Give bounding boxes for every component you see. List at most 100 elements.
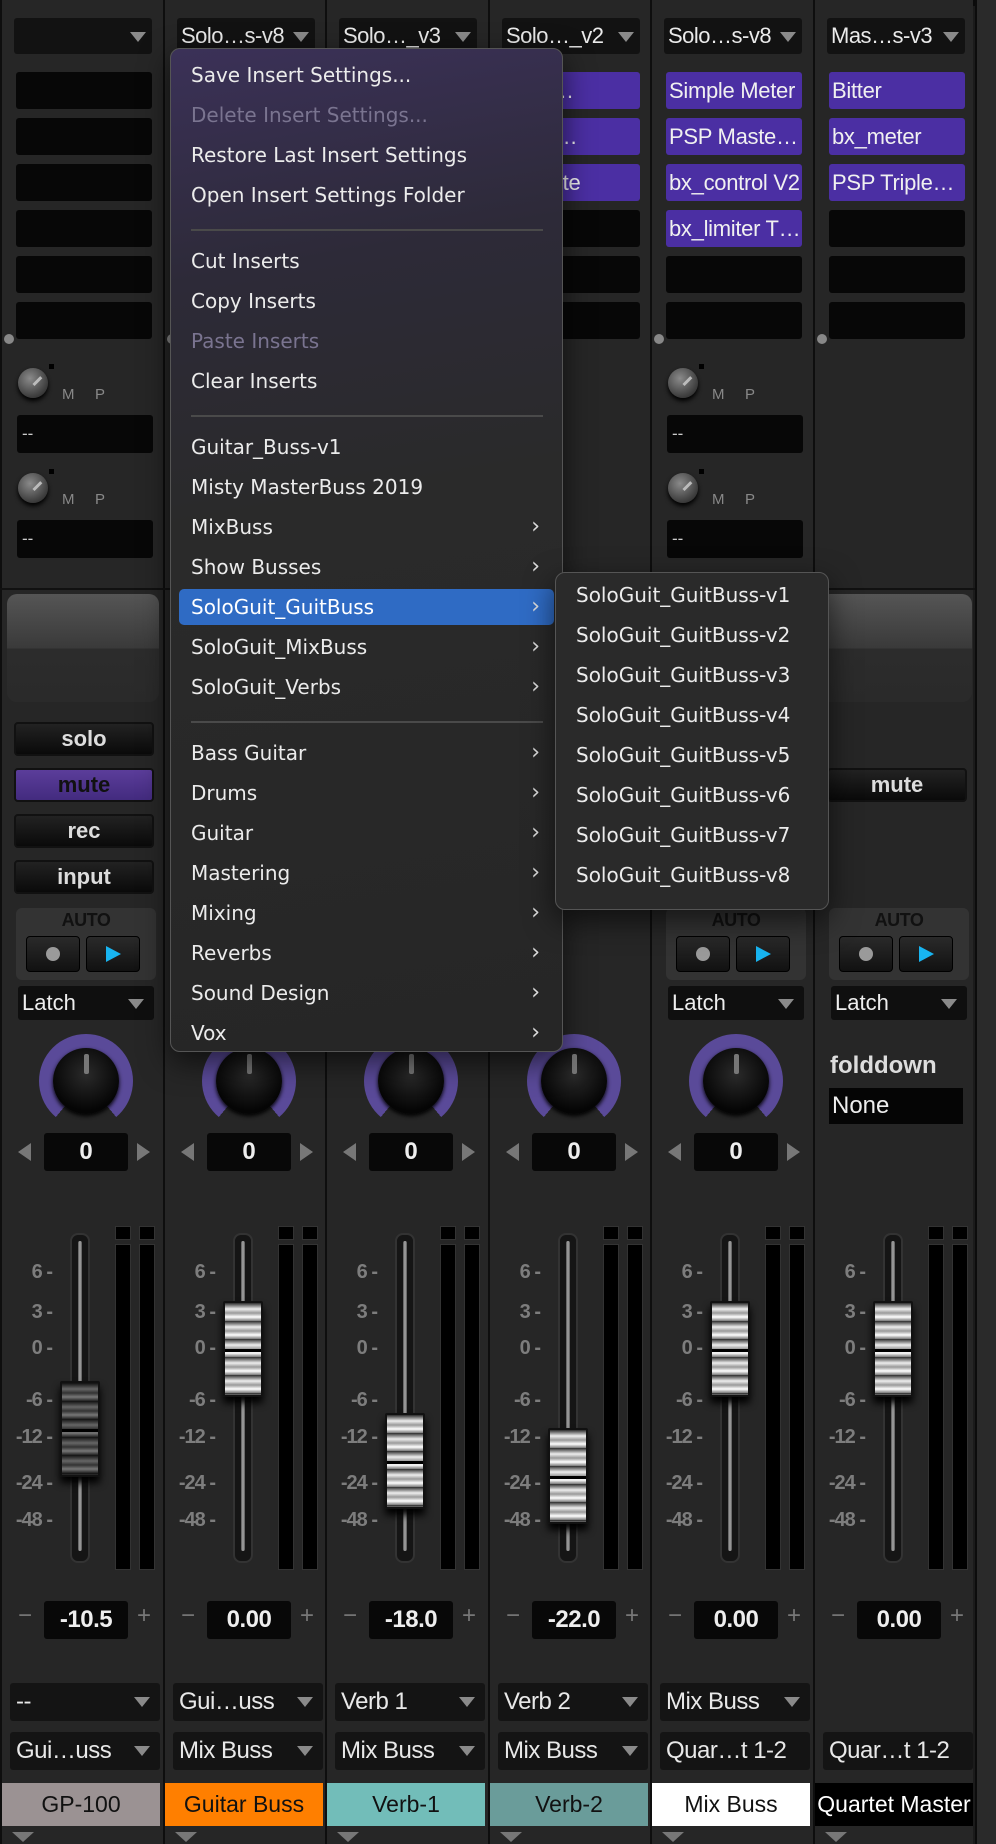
menu-item-mixbuss[interactable]: MixBuss › (179, 509, 554, 545)
mute-button[interactable]: mute (827, 768, 967, 802)
insert-preset-dropdown[interactable]: Solo…s-v8 (664, 18, 802, 54)
volume-decrement[interactable]: − (668, 1602, 682, 1630)
volume-fader-handle[interactable] (60, 1380, 100, 1477)
channel-name[interactable]: Quartet Master (815, 1783, 973, 1826)
send-destination[interactable]: -- (17, 520, 153, 558)
submenu-item[interactable]: SoloGuit_GuitBuss-v6 (564, 777, 820, 813)
menu-item-cut-inserts[interactable]: Cut Inserts (179, 243, 554, 279)
channel-name[interactable]: Verb-1 (327, 1783, 485, 1826)
submenu-item[interactable]: SoloGuit_GuitBuss-v5 (564, 737, 820, 773)
send-prefader-toggle[interactable]: P (745, 386, 755, 403)
menu-item-reverbs[interactable]: Reverbs › (179, 935, 554, 971)
menu-item-sound-design[interactable]: Sound Design › (179, 975, 554, 1011)
meter-clip-indicator[interactable] (440, 1226, 456, 1240)
insert-slot[interactable]: Bitter (829, 72, 965, 109)
insert-slot[interactable]: Simple Meter (666, 72, 802, 109)
channel-options-chevron-icon[interactable] (175, 1832, 197, 1842)
folddown-dropdown[interactable]: None (829, 1088, 963, 1124)
insert-slot[interactable] (666, 256, 802, 293)
fader-track[interactable] (395, 1233, 415, 1563)
channel-options-chevron-icon[interactable] (337, 1832, 359, 1842)
mute-button[interactable]: mute (14, 768, 154, 802)
pan-right-arrow[interactable] (300, 1143, 313, 1161)
volume-value[interactable]: -22.0 (532, 1601, 616, 1639)
send-prefader-toggle[interactable]: P (95, 386, 105, 403)
pan-left-arrow[interactable] (181, 1143, 194, 1161)
output-routing-dropdown[interactable]: Gui…uss (10, 1732, 160, 1770)
volume-increment[interactable]: + (950, 1602, 964, 1630)
volume-fader-handle[interactable] (548, 1428, 588, 1525)
volume-increment[interactable]: + (137, 1602, 151, 1630)
output-routing-dropdown[interactable]: Mix Buss (335, 1732, 485, 1770)
volume-fader-handle[interactable] (385, 1413, 425, 1509)
insert-slot[interactable]: PSP Maste… (666, 118, 802, 155)
output-routing-dropdown[interactable]: Quar…t 1-2 (660, 1732, 810, 1770)
volume-decrement[interactable]: − (343, 1602, 357, 1630)
submenu-item[interactable]: SoloGuit_GuitBuss-v8 (564, 857, 820, 893)
pan-left-arrow[interactable] (506, 1143, 519, 1161)
volume-decrement[interactable]: − (831, 1602, 845, 1630)
pan-left-arrow[interactable] (343, 1143, 356, 1161)
volume-increment[interactable]: + (625, 1602, 639, 1630)
mixer-scrollbar-area[interactable] (975, 0, 996, 1844)
pan-value[interactable]: 0 (694, 1133, 778, 1171)
insert-scroll-handle[interactable] (4, 334, 14, 344)
meter-clip-indicator[interactable] (464, 1226, 480, 1240)
volume-fader-handle[interactable] (873, 1301, 913, 1397)
channel-options-chevron-icon[interactable] (662, 1832, 684, 1842)
meter-clip-indicator[interactable] (302, 1226, 318, 1240)
pan-value[interactable]: 0 (369, 1133, 453, 1171)
solo-button[interactable]: solo (14, 722, 154, 756)
meter-clip-indicator[interactable] (115, 1226, 131, 1240)
pan-left-arrow[interactable] (668, 1143, 681, 1161)
menu-item-guitar-buss-v1[interactable]: Guitar_Buss-v1 (179, 429, 554, 465)
channel-name[interactable]: Mix Buss (652, 1783, 810, 1826)
send-mute-toggle[interactable]: M (62, 491, 75, 508)
volume-fader-handle[interactable] (223, 1301, 263, 1397)
input-routing-dropdown[interactable]: -- (10, 1683, 160, 1721)
insert-slot[interactable] (829, 302, 965, 339)
send-prefader-toggle[interactable]: P (745, 491, 755, 508)
input-routing-dropdown[interactable]: Verb 2 (498, 1683, 648, 1721)
meter-clip-indicator[interactable] (789, 1226, 805, 1240)
insert-slot[interactable] (16, 256, 152, 293)
meter-clip-indicator[interactable] (765, 1226, 781, 1240)
menu-item-misty-masterbuss-2019[interactable]: Misty MasterBuss 2019 (179, 469, 554, 505)
track-name-area[interactable] (820, 594, 972, 702)
menu-item-bass-guitar[interactable]: Bass Guitar › (179, 735, 554, 771)
fader-track[interactable] (720, 1233, 740, 1563)
fader-track[interactable] (883, 1233, 903, 1563)
automation-record-button[interactable] (839, 936, 893, 972)
menu-item-guitar[interactable]: Guitar › (179, 815, 554, 851)
submenu-item[interactable]: SoloGuit_GuitBuss-v1 (564, 577, 820, 613)
menu-item-mixing[interactable]: Mixing › (179, 895, 554, 931)
insert-slot[interactable] (16, 164, 152, 201)
volume-value[interactable]: 0.00 (207, 1601, 291, 1639)
send-level-knob[interactable] (668, 473, 698, 503)
pan-value[interactable]: 0 (44, 1133, 128, 1171)
insert-slot[interactable]: bx_limiter T… (666, 210, 802, 247)
submenu-item[interactable]: SoloGuit_GuitBuss-v7 (564, 817, 820, 853)
send-level-knob[interactable] (668, 368, 698, 398)
pan-knob[interactable] (689, 1034, 783, 1128)
insert-scroll-handle[interactable] (817, 334, 827, 344)
menu-item-sologuit-mixbuss[interactable]: SoloGuit_MixBuss › (179, 629, 554, 665)
input-routing-dropdown[interactable]: Gui…uss (173, 1683, 323, 1721)
insert-slot[interactable] (16, 210, 152, 247)
menu-item-sologuit-verbs[interactable]: SoloGuit_Verbs › (179, 669, 554, 705)
volume-fader-handle[interactable] (710, 1301, 750, 1397)
insert-preset-dropdown[interactable]: Mas…s-v3 (827, 18, 965, 54)
menu-item-copy-inserts[interactable]: Copy Inserts (179, 283, 554, 319)
channel-name[interactable]: Verb-2 (490, 1783, 648, 1826)
volume-value[interactable]: -10.5 (44, 1601, 128, 1639)
automation-record-button[interactable] (676, 936, 730, 972)
menu-item-vox[interactable]: Vox › (179, 1015, 554, 1051)
insert-preset-dropdown[interactable] (14, 18, 152, 54)
submenu-item[interactable]: SoloGuit_GuitBuss-v2 (564, 617, 820, 653)
insert-slot[interactable] (829, 256, 965, 293)
automation-play-button[interactable] (736, 936, 790, 972)
volume-increment[interactable]: + (787, 1602, 801, 1630)
pan-left-arrow[interactable] (18, 1143, 31, 1161)
insert-slot[interactable] (16, 118, 152, 155)
output-routing-dropdown[interactable]: Quar…t 1-2 (823, 1732, 973, 1770)
